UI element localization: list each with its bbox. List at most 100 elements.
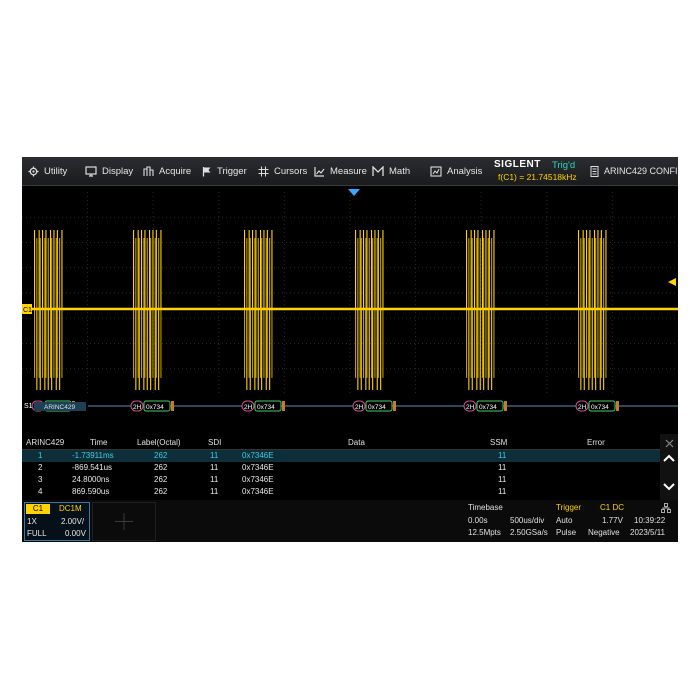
menu-cursors[interactable]: Cursors [258,157,307,185]
c1-marker-text: C1 [23,307,32,314]
waveform-display[interactable]: 2H0x7342H0x7342H0x7342H0x7342H0x7342H0x7… [22,186,678,434]
trigger-slope: Negative [588,528,620,537]
table-row[interactable]: 1 -1.73911ms 262 11 0x7346E 11 [22,450,660,462]
decode-frame[interactable]: 2H 0x734 [575,400,619,412]
clock-time: 10:39:22 [634,516,666,525]
clock-date: 2023/5/11 [630,528,665,537]
graticule [22,192,678,394]
decode-frame[interactable]: 2H 0x734 [241,400,285,412]
decode-data-bubble: 0x734 [479,404,497,411]
decode-label-bubble: 2H [244,404,253,411]
decode-data-bubble: 0x734 [368,404,386,411]
cell-time: -1.73911ms [72,451,114,460]
cell-index: 1 [38,451,43,460]
menu-analysis[interactable]: Analysis [430,157,482,185]
trigger-panel[interactable]: Trigger C1 DC Auto 1.77V Pulse Negative [554,502,626,539]
s1-marker[interactable]: S1 [24,403,33,410]
close-icon [665,439,673,447]
add-channel-box[interactable] [92,502,156,541]
menu-measure-label: Measure [330,165,367,177]
menu-analysis-label: Analysis [447,165,483,177]
menu-trigger-label: Trigger [217,165,247,177]
status-bar: C1 DC1M 1X 2.00V/ FULL 0.00V Timebase 0.… [22,500,678,542]
decode-frame[interactable]: 2H 0x734 [352,400,396,412]
cell-index: 3 [38,475,43,484]
monitor-icon [85,165,97,177]
trigger-status: Trig'd [552,160,576,171]
table-row[interactable]: 4 869.590us 262 11 0x7346E 11 [22,486,660,498]
decode-label-bubble: 2H [355,404,364,411]
scroll-up-button[interactable] [660,449,678,467]
menu-display[interactable]: Display [85,157,133,185]
cell-label: 262 [154,463,168,472]
cell-sdi: 11 [210,487,219,496]
bus-label: ARINC429 [44,404,75,411]
math-icon [372,165,384,176]
chevron-up-icon [663,454,675,462]
decode-label-bubble: 2H [466,404,475,411]
menu-cursors-label: Cursors [274,165,308,177]
cell-sdi: 11 [210,463,219,472]
table-row[interactable]: 2 -869.541us 262 11 0x7346E 11 [22,462,660,474]
c1-offset: 0.00V [65,529,86,538]
cell-data: 0x7346E [242,487,274,496]
c1-bandwidth: FULL [27,529,47,538]
cell-data: 0x7346E [242,463,274,472]
menu-measure[interactable]: Measure [314,157,367,185]
timebase-delay: 0.00s [468,516,488,525]
cell-sdi: 11 [210,451,219,460]
c1-probe: 1X [27,517,37,526]
c1-channel-marker[interactable]: C1 [22,304,32,314]
c1-trace [32,230,678,390]
measure-icon [314,166,325,177]
trigger-level-marker[interactable] [668,278,676,286]
cell-index: 4 [38,487,43,496]
col-data: Data [348,438,365,447]
timebase-memory: 12.5Mpts [468,528,501,537]
timebase-scale: 500us/div [510,516,545,525]
decode-frame[interactable]: 2H 0x734 [130,400,174,412]
scroll-down-button[interactable] [660,478,678,496]
brand-panel: SIGLENT Trig'd f(C1) = 21.74518kHz [490,158,598,184]
menu-utility-label: Utility [44,165,68,177]
analysis-icon [430,165,442,177]
brand-logo: SIGLENT [494,159,541,170]
timebase-panel[interactable]: Timebase 0.00s 500us/div 12.5Mpts 2.50GS… [466,502,552,539]
menu-math[interactable]: Math [372,157,410,185]
clock-panel: 10:39:22 2023/5/11 [628,502,676,539]
table-row[interactable]: 3 24.8000ns 262 11 0x7346E 11 [22,474,660,486]
menu-acquire[interactable]: Acquire [143,157,191,185]
cell-data: 0x7346E [242,475,274,484]
decode-data-bubble: 0x734 [257,404,275,411]
trigger-mode: Auto [556,516,573,525]
arinc-config-button[interactable]: ARINC429 CONFIG [590,157,678,185]
menu-trigger[interactable]: Trigger [202,157,247,185]
cell-time: 24.8000ns [72,475,110,484]
c1-coupling: DC1M [59,504,82,513]
menu-display-label: Display [102,165,134,177]
flag-icon [202,166,211,176]
menu-acquire-label: Acquire [159,165,192,177]
table-header: ARINC429 Time Label(Octal) SDI Data SSM … [22,437,660,450]
serial-bus-trace: 2H0x7342H0x7342H0x7342H0x7342H0x7342H0x7… [31,400,678,412]
timebase-title: Timebase [468,503,503,512]
crosshair-icon [115,513,133,530]
table-scrollbar[interactable] [660,434,678,500]
cell-time: -869.541us [72,463,113,472]
cell-label: 262 [154,451,168,460]
trigger-source: C1 DC [600,503,625,512]
menu-utility[interactable]: Utility [28,157,67,185]
col-label: Label(Octal) [137,438,181,447]
frequency-readout: f(C1) = 21.74518kHz [498,172,577,182]
cell-label: 262 [154,475,168,484]
decode-frame[interactable]: 2H 0x734 [463,400,507,412]
cell-index: 2 [38,463,43,472]
cursor-icon [258,166,269,176]
c1-channel-box[interactable]: C1 DC1M 1X 2.00V/ FULL 0.00V [24,502,90,541]
decode-data-bubble: 0x734 [591,404,609,411]
decode-label-bubble: 2H [578,404,587,411]
menu-bar: Utility Display Acquire Trigger Cursors … [22,157,678,186]
col-sdi: SDI [208,438,222,447]
decode-data-bubble: 0x734 [146,404,164,411]
timebase-sample-rate: 2.50GSa/s [510,528,548,537]
